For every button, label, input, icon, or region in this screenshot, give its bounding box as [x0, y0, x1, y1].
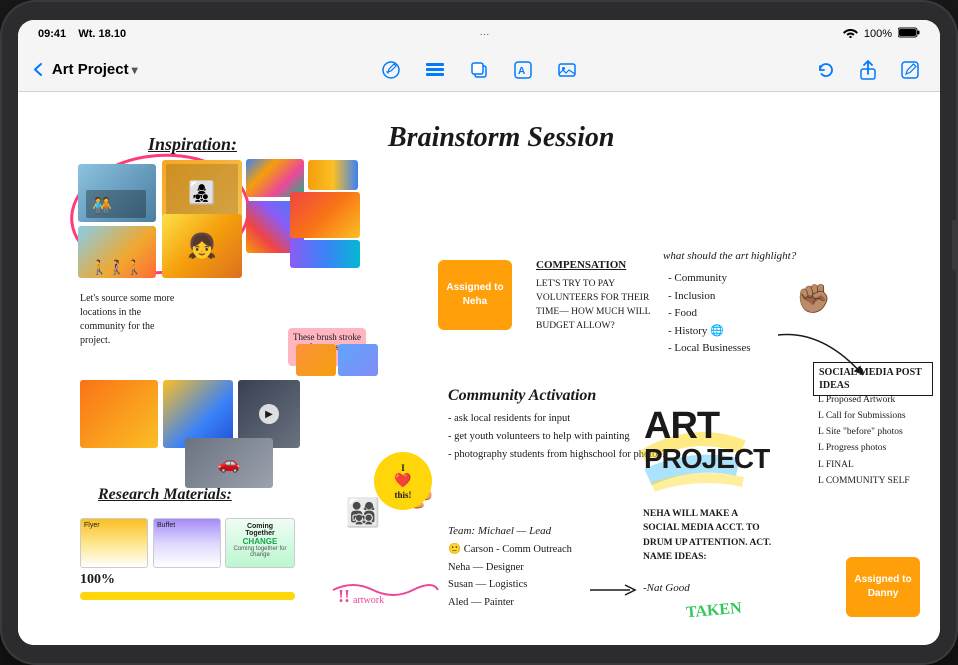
side-button[interactable]	[952, 220, 956, 270]
team-arrow	[590, 580, 640, 600]
wifi-icon	[843, 27, 858, 41]
doc-thumb-change[interactable]: Coming Together CHANGE Coming together f…	[225, 518, 295, 568]
toolbar: Art Project ▾ A	[18, 48, 940, 92]
abstract-photo-orange[interactable]	[296, 344, 336, 376]
doc-thumb-2[interactable]: Buffet	[153, 518, 221, 568]
neha-note: NEHA WILL MAKE A SOCIAL MEDIA ACCT. TO D…	[643, 507, 773, 564]
car-photo[interactable]: 🚗	[185, 438, 273, 488]
globe-emoji: 🌐	[710, 325, 724, 337]
undo-button[interactable]	[812, 56, 840, 84]
photo-abstract2[interactable]	[290, 192, 360, 238]
edit-button[interactable]	[896, 56, 924, 84]
toolbar-right	[633, 56, 924, 84]
social-media-items: L Proposed Artwork L Call for Submission…	[818, 392, 910, 489]
photo-6[interactable]: 👧	[162, 214, 242, 278]
team-section: Team: Michael — Lead 🙂 Carson - Comm Out…	[448, 522, 572, 612]
image-tool-button[interactable]	[553, 56, 581, 84]
inspiration-heading: Inspiration:	[148, 134, 237, 155]
toolbar-left: Art Project ▾	[34, 61, 325, 78]
status-bar: 09:41 Wt. 18.10 ··· 100%	[18, 20, 940, 48]
community-heading: Community Activation	[448, 387, 596, 405]
share-button[interactable]	[854, 56, 882, 84]
toolbar-center: A	[333, 56, 624, 84]
time-display: 09:41	[38, 28, 66, 40]
list-tool-button[interactable]	[421, 56, 449, 84]
center-dots: ···	[479, 29, 489, 40]
taken-label: TAKEN	[685, 600, 742, 623]
title-text: Art Project	[52, 61, 129, 78]
art-text-line1: ART	[644, 407, 769, 445]
fist-emoji: ✊🏽	[796, 282, 831, 315]
assigned-neha-sticky[interactable]: Assigned to Neha	[438, 260, 512, 330]
signature: -Nat Good	[643, 582, 690, 594]
assigned-danny-sticky[interactable]: Assigned to Danny	[846, 557, 920, 617]
copy-tool-button[interactable]	[465, 56, 493, 84]
exclamation-text: !!	[338, 586, 350, 607]
text-tool-button[interactable]: A	[509, 56, 537, 84]
checklist: - Community - Inclusion - Food - History…	[668, 270, 750, 358]
canvas-area[interactable]: 🧑‍🤝‍🧑 👩‍👧‍👦 🚶🚶‍♀️🚶 👧	[18, 92, 940, 645]
svg-text:artwork: artwork	[353, 595, 384, 605]
smiley: 🙂	[448, 544, 461, 555]
compensation-note: COMPENSATION LET'S TRY TO PAY VOLUNTEERS…	[536, 257, 666, 334]
arrow-svg	[778, 330, 868, 380]
status-right: 100%	[843, 27, 920, 41]
source-note: Let's source some more locations in the …	[80, 292, 175, 348]
photo-5[interactable]: 🚶🚶‍♀️🚶	[78, 226, 156, 278]
doc-thumb-1[interactable]: Flyer	[80, 518, 148, 568]
battery-label: 100%	[864, 28, 892, 40]
brainstorm-heading: Brainstorm Session	[388, 122, 614, 154]
location-photo-1[interactable]	[80, 380, 158, 448]
art-text-line2: PROJECT	[644, 445, 769, 473]
photo-abstract1[interactable]	[308, 160, 358, 190]
ipad-frame: 09:41 Wt. 18.10 ··· 100%	[0, 0, 958, 665]
compensation-body: LET'S TRY TO PAY VOLUNTEERS FOR THEIR TI…	[536, 277, 666, 334]
back-button[interactable]	[34, 62, 48, 78]
source-note-text: Let's source some more locations in the …	[80, 293, 174, 346]
svg-text:A: A	[518, 66, 525, 77]
pencil-tool-button[interactable]	[377, 56, 405, 84]
date-display: Wt. 18.10	[78, 28, 126, 40]
research-heading: Research Materials:	[98, 486, 232, 504]
social-media-title: SOCIAL MEDIA POST IDEAS	[813, 362, 933, 396]
progress-bar	[80, 592, 295, 600]
ipad-screen: 09:41 Wt. 18.10 ··· 100%	[18, 20, 940, 645]
community-sketch: 👨‍👩‍👧‍👦	[318, 472, 408, 552]
what-question: what should the art highlight?	[663, 250, 796, 262]
status-time: 09:41 Wt. 18.10	[38, 28, 126, 40]
document-title[interactable]: Art Project ▾	[52, 61, 138, 78]
battery-icon	[898, 27, 920, 41]
photo-1[interactable]: 🧑‍🤝‍🧑	[78, 164, 156, 222]
abstract-photo-blue2[interactable]	[338, 344, 378, 376]
art-project-logo: ART PROJECT	[644, 407, 769, 473]
progress-percent: 100%	[80, 572, 115, 588]
change-label: CHANGE	[230, 537, 290, 546]
title-chevron: ▾	[132, 63, 138, 77]
community-items: - ask local residents for input - get yo…	[448, 410, 666, 464]
compensation-title: COMPENSATION	[536, 257, 666, 274]
photo-abstract3[interactable]	[290, 240, 360, 268]
